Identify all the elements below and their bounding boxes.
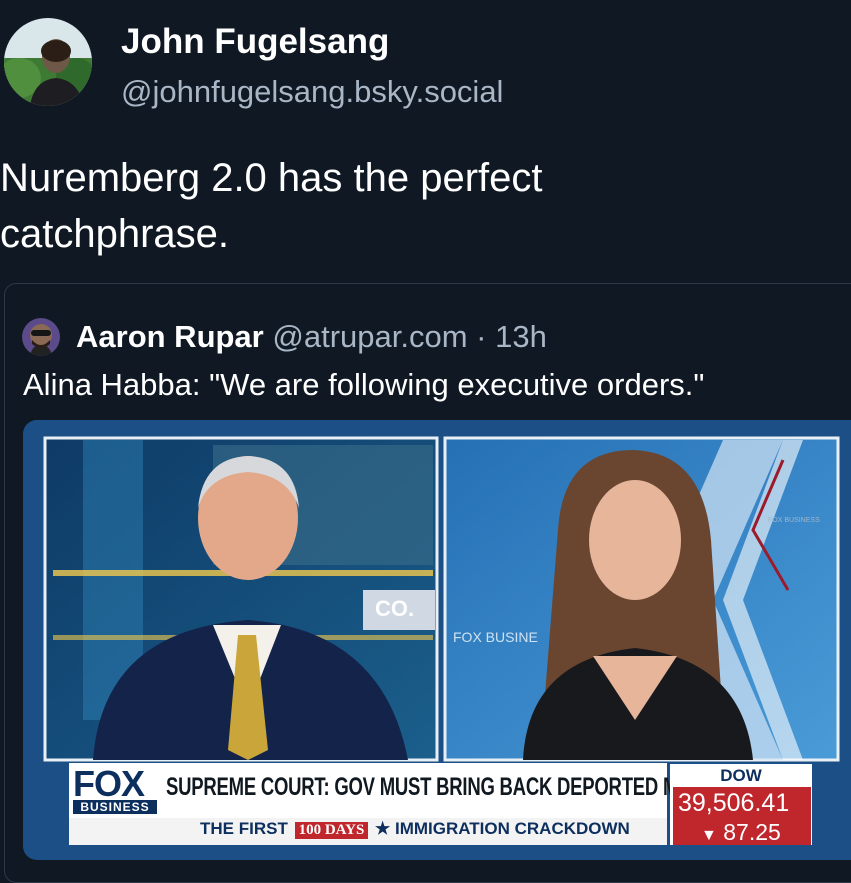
quoted-author-name[interactable]: Aaron Rupar <box>76 319 264 354</box>
quoted-separator: · <box>476 319 487 354</box>
dow-label: DOW <box>720 766 762 785</box>
subline-left: THE FIRST <box>200 819 288 838</box>
left-screen-text: CO. <box>375 596 414 621</box>
watermark-text: FOX BUSINESS <box>768 517 820 524</box>
avatar-image <box>4 18 92 106</box>
quoted-post-header: Aaron Rupar @atrupar.com · 13h <box>76 319 547 355</box>
ticker-headline: SUPREME COURT: GOV MUST BRING BACK DEPOR… <box>166 773 738 801</box>
subline-badge: 100 DAYS <box>294 822 369 839</box>
quoted-avatar-image <box>22 318 60 356</box>
author-handle[interactable]: @johnfugelsang.bsky.social <box>121 74 503 110</box>
ticker-subline: THE FIRST 100 DAYS ★ IMMIGRATION CRACKDO… <box>200 819 630 839</box>
dow-change: ▼ 87.25 <box>701 819 781 846</box>
quoted-author-handle[interactable]: @atrupar.com <box>272 319 467 354</box>
right-video-panel <box>443 436 840 762</box>
author-name[interactable]: John Fugelsang <box>121 22 389 62</box>
post-text: Nuremberg 2.0 has the perfect catchphras… <box>0 150 700 262</box>
quoted-post-text: Alina Habba: "We are following executive… <box>23 367 705 402</box>
down-triangle-icon: ▼ <box>701 827 717 844</box>
quoted-author-avatar[interactable] <box>22 318 60 356</box>
dow-change-value: 87.25 <box>723 819 781 845</box>
subline-right: IMMIGRATION CRACKDOWN <box>395 819 630 838</box>
author-avatar[interactable] <box>4 18 92 106</box>
post-text-line-2: catchphrase. <box>0 212 230 256</box>
fox-logo-subtext: BUSINESS <box>73 800 157 814</box>
right-screen-text: FOX BUSINE <box>453 629 538 645</box>
quoted-post-time[interactable]: 13h <box>495 319 547 354</box>
subline-star-icon: ★ <box>375 819 391 838</box>
fox-logo-text: FOX <box>73 763 145 804</box>
post-text-line-1: Nuremberg 2.0 has the perfect <box>0 156 543 200</box>
dow-value: 39,506.41 <box>678 789 790 817</box>
